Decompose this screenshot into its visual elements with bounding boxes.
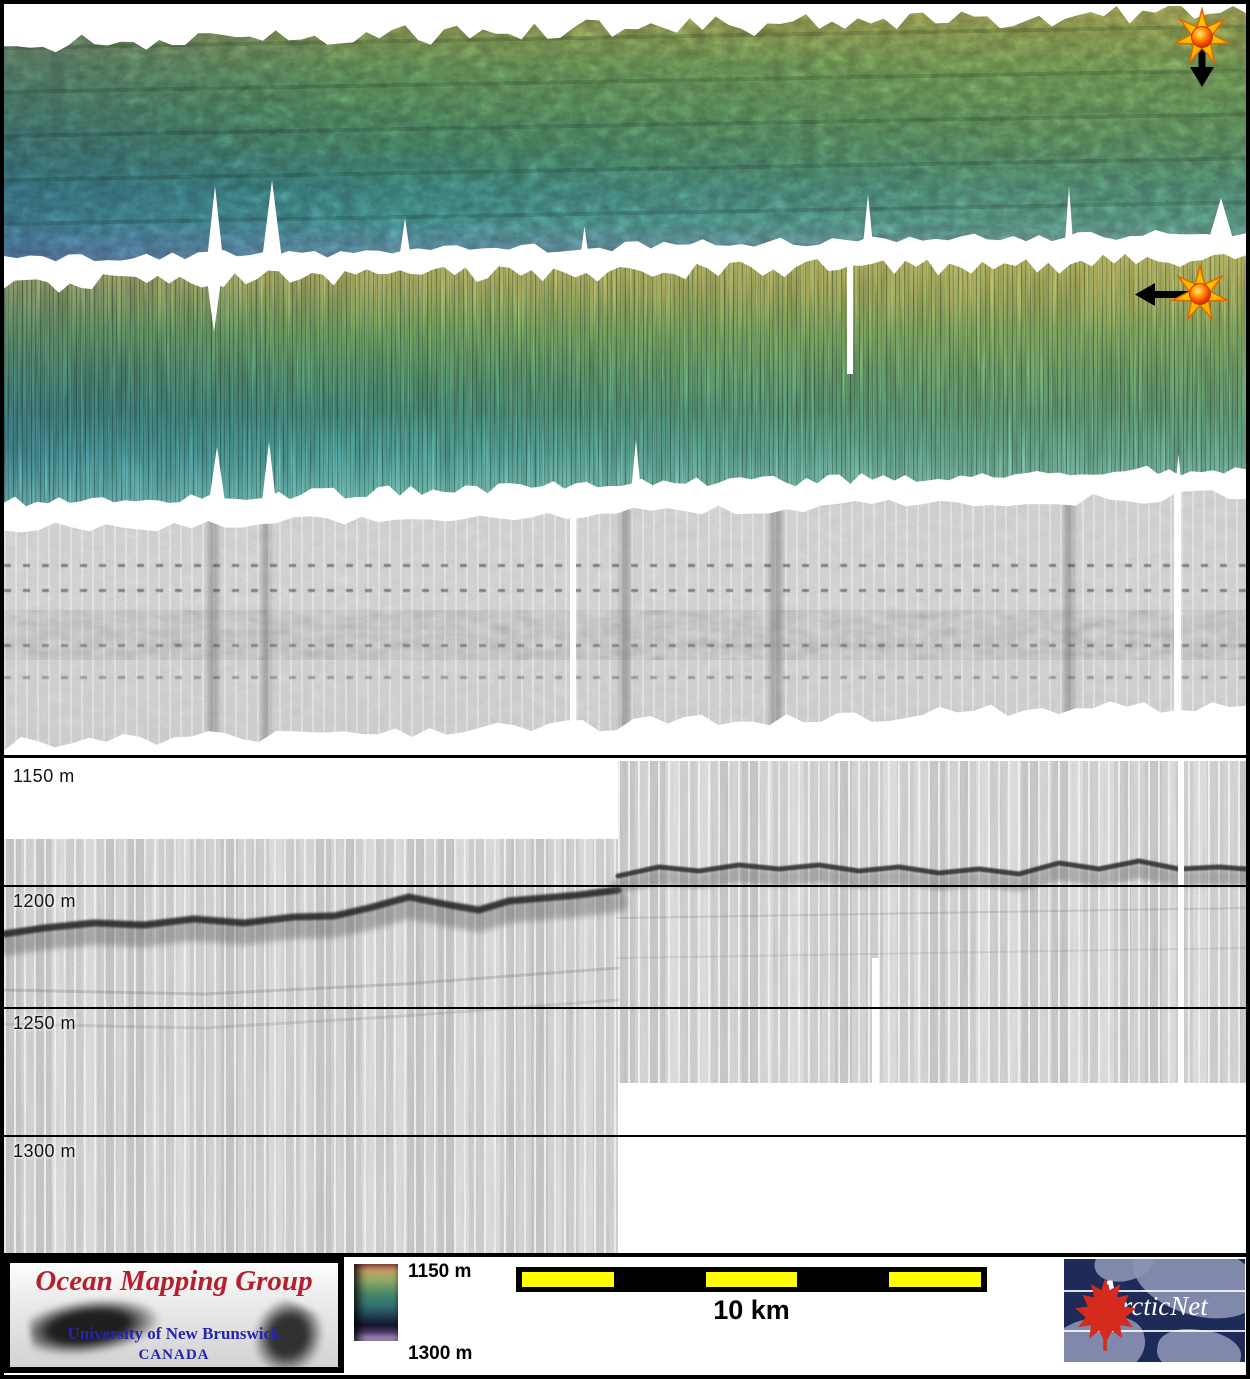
swath-seam [620,486,630,750]
scale-segment [797,1272,889,1287]
ocean-mapping-figure: 1150 m 1200 m 1250 m 1300 m Ocean Mappin… [0,0,1250,1379]
scale-segment [706,1272,798,1287]
seismic-grain [4,839,618,1253]
fine-grain-texture [4,254,1246,512]
data-gap-slit [872,958,879,1083]
swath-seam [208,486,218,750]
sidescan-strip [4,486,1246,750]
seismic-block-left [4,839,618,1253]
data-gap-notch [207,186,223,260]
seismic-block-right [618,761,1246,1083]
fine-grain-texture [4,6,1246,268]
swath-seam [1064,486,1074,750]
colorbar-noise [354,1264,398,1341]
seismic-grain [618,761,1246,1083]
seismic-streaks [618,761,1246,1083]
data-gap-slit [570,486,576,750]
arcticnet-logo: ArcticNet [1064,1259,1245,1362]
data-gap-slit [1178,761,1184,1083]
omg-logo-university: University of New Brunswick [10,1324,338,1344]
colorbar-bottom-label: 1300 m [408,1343,472,1365]
ocean-mapping-group-logo: Ocean Mapping Group University of New Br… [4,1257,344,1373]
distance-scale-bar [516,1267,987,1292]
data-gap-notch [580,226,589,260]
gridline-1250m [4,1007,1246,1009]
maple-leaf-icon [1068,1275,1142,1355]
relief-noise-texture [4,6,1246,268]
sun-illumination-marker-2 [1135,264,1235,331]
data-gap-notch [1204,198,1238,256]
data-gap-notch [262,442,276,502]
sun-arrow-left-icon [1135,264,1235,326]
subbottom-profile-panel: 1150 m 1200 m 1250 m 1300 m [4,755,1246,1253]
bathymetry-swath-1 [4,6,1246,268]
depth-label-1250: 1250 m [13,1013,76,1034]
swath-seam [262,486,270,750]
data-gap-notch [630,440,642,502]
colorbar-top-label: 1150 m [408,1261,471,1283]
depth-label-1300: 1300 m [13,1141,76,1162]
depth-label-1150: 1150 m [13,766,75,787]
data-gap-slit [847,254,853,374]
sun-illumination-marker-1 [1172,7,1232,98]
data-gap-notch [399,218,411,260]
data-gap-notch [209,447,225,502]
swath-seam [770,486,782,750]
scale-segment [522,1272,614,1287]
hair-streak-texture [4,254,1246,512]
scale-bar-label: 10 km [516,1295,987,1326]
data-gap-notch [262,180,282,260]
footer-bar: Ocean Mapping Group University of New Br… [4,1253,1246,1375]
scale-segment [614,1272,706,1287]
sun-arrow-down-icon [1172,7,1232,93]
scale-segment [889,1272,981,1287]
bathymetry-swath-2 [4,254,1246,512]
omg-logo-title: Ocean Mapping Group [10,1265,338,1298]
data-gap-slit [1174,486,1181,750]
omg-logo-country: CANADA [10,1347,338,1364]
gridline-1200m [4,885,1246,887]
seismic-streaks [4,839,618,1253]
gridline-1300m [4,1135,1246,1137]
data-gap-notch [862,194,874,256]
data-gap-notch [207,280,221,332]
depth-colorbar [354,1264,398,1341]
data-gap-notch [1064,186,1074,256]
depth-label-1200: 1200 m [13,891,76,912]
